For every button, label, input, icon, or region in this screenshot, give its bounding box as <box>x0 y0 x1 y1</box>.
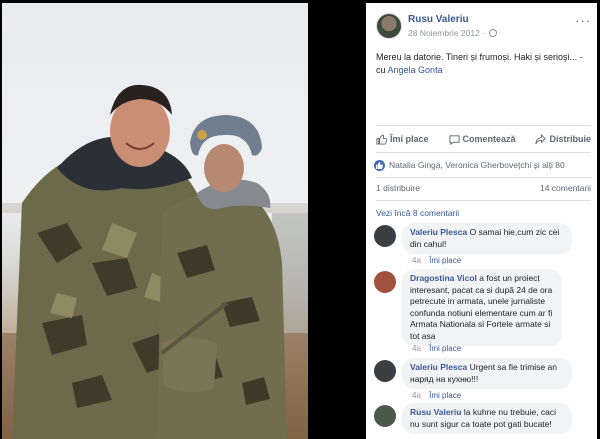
comment-item: Valeriu Plesca O samai hie,cum zic cei d… <box>374 223 593 265</box>
commenter-avatar[interactable] <box>374 271 396 293</box>
post-date[interactable]: 28 Noiembrie 2012 · <box>408 28 498 38</box>
divider <box>376 125 591 126</box>
post-side-panel: Rusu Valeriu 28 Noiembrie 2012 · ··· Mer… <box>366 3 597 439</box>
comments-count[interactable]: 14 comentarii <box>540 183 591 193</box>
commenter-name[interactable]: Valeriu Plesca <box>410 227 467 237</box>
globe-icon <box>489 29 498 37</box>
share-button[interactable]: Distribuie <box>535 133 591 145</box>
share-label: Distribuie <box>549 134 591 144</box>
comment-meta: 4a Îmi place <box>412 256 461 265</box>
author-avatar[interactable] <box>376 13 402 39</box>
comment-button[interactable]: Comentează <box>448 134 516 145</box>
comment-meta: 4a Îmi place <box>412 391 461 400</box>
thumbs-up-icon <box>376 133 387 145</box>
comment-like-link[interactable]: Îmi place <box>429 256 461 265</box>
like-reaction-icon <box>374 159 385 171</box>
comment-item: Dragostina Vicol a fost un proiect inter… <box>374 269 593 355</box>
photo-viewer <box>0 0 313 439</box>
post-header: Rusu Valeriu 28 Noiembrie 2012 · ··· <box>376 13 591 43</box>
comment-bubble: Rusu Valeriu la kuhne nu trebuie, caci n… <box>402 403 572 434</box>
comment-time[interactable]: 4a <box>412 256 421 265</box>
post-photo[interactable] <box>2 3 308 439</box>
post-stats: 1 distribuire 14 comentarii <box>376 183 591 193</box>
divider <box>376 200 591 201</box>
shares-count[interactable]: 1 distribuire <box>376 183 420 193</box>
post-actions: Îmi place Comentează Distribuie <box>376 130 591 148</box>
comment-like-link[interactable]: Îmi place <box>429 344 461 353</box>
comment-meta: 4a Îmi place <box>412 344 461 353</box>
share-icon <box>535 133 547 144</box>
with-prefix: cu <box>376 65 386 75</box>
comment-bubble: Dragostina Vicol a fost un proiect inter… <box>402 269 562 346</box>
commenter-name[interactable]: Valeriu Plesca <box>410 362 467 372</box>
commenter-avatar[interactable] <box>374 225 396 247</box>
commenter-name[interactable]: Dragostina Vicol <box>410 273 477 283</box>
like-label: Îmi place <box>390 134 429 144</box>
comment-like-link[interactable]: Îmi place <box>429 391 461 400</box>
comment-bubble: Valeriu Plesca O samai hie,cum zic cei d… <box>402 223 572 254</box>
screen: Rusu Valeriu 28 Noiembrie 2012 · ··· Mer… <box>0 0 600 439</box>
divider <box>376 152 591 153</box>
more-options-icon[interactable]: ··· <box>575 13 591 28</box>
tagged-person-link[interactable]: Angela Gonta <box>388 65 443 75</box>
comment-text: a fost un proiect interesant, pacat ca s… <box>410 273 553 341</box>
divider <box>376 177 591 178</box>
commenter-avatar[interactable] <box>374 360 396 382</box>
comment-item: Valeriu Plesca Urgent sa fie trimise an … <box>374 358 593 400</box>
reactions-text: Natalia Ginga, Veronica Gherbovețchi și … <box>389 160 565 170</box>
post-date-text[interactable]: 28 Noiembrie 2012 <box>408 28 480 38</box>
photo-illustration <box>2 84 308 439</box>
commenter-name[interactable]: Rusu Valeriu <box>410 407 462 417</box>
post-body: Mereu la datorie. Tineri și frumoși. Hak… <box>376 52 583 62</box>
comment-bubble: Valeriu Plesca Urgent sa fie trimise an … <box>402 358 572 389</box>
reactions-summary[interactable]: Natalia Ginga, Veronica Gherbovețchi și … <box>374 157 593 173</box>
like-button[interactable]: Îmi place <box>376 133 429 145</box>
comment-time[interactable]: 4a <box>412 344 421 353</box>
comment-label: Comentează <box>462 134 516 144</box>
comment-item: Rusu Valeriu la kuhne nu trebuie, caci n… <box>374 403 593 439</box>
comment-icon <box>448 134 460 145</box>
viewer-gap <box>313 0 366 439</box>
commenter-avatar[interactable] <box>374 405 396 427</box>
view-more-comments-link[interactable]: Vezi încă 8 comentarii <box>376 208 459 218</box>
post-text: Mereu la datorie. Tineri și frumoși. Hak… <box>376 51 591 77</box>
author-name[interactable]: Rusu Valeriu <box>408 14 469 25</box>
comment-time[interactable]: 4a <box>412 391 421 400</box>
